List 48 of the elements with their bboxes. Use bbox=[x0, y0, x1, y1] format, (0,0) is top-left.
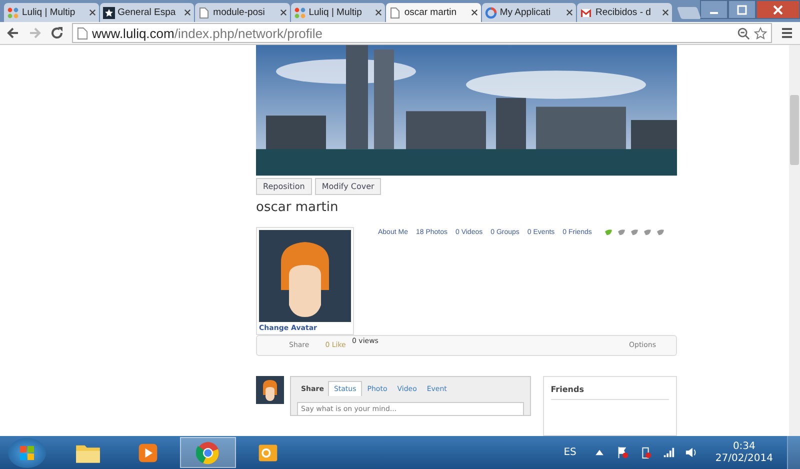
speaker-icon[interactable] bbox=[685, 446, 698, 459]
page-icon bbox=[389, 6, 402, 18]
scrollbar[interactable] bbox=[789, 45, 800, 436]
logo-icon bbox=[19, 444, 35, 460]
avatar-icon bbox=[256, 376, 284, 404]
close-icon bbox=[773, 4, 783, 14]
browser-tab[interactable]: Recibidos - d bbox=[577, 3, 672, 22]
close-icon[interactable] bbox=[375, 9, 382, 16]
browser-tab[interactable]: Luliq | Multip bbox=[290, 3, 386, 22]
logo-icon bbox=[7, 6, 19, 18]
close-icon[interactable] bbox=[280, 9, 287, 16]
browser-tab[interactable]: General Espa bbox=[100, 3, 194, 22]
signal-icon[interactable] bbox=[662, 446, 676, 459]
page-icon bbox=[77, 26, 88, 40]
cover-button[interactable]: Reposition bbox=[256, 178, 312, 195]
star-icon[interactable] bbox=[754, 26, 767, 40]
browser-tab[interactable]: module-posi bbox=[195, 3, 290, 22]
maximize-icon bbox=[737, 4, 747, 14]
maximize-button[interactable] bbox=[728, 0, 756, 19]
browser-tab[interactable]: My Applicati bbox=[482, 3, 576, 22]
menu-icon[interactable] bbox=[780, 26, 794, 40]
close-button[interactable] bbox=[756, 0, 800, 19]
ring-icon bbox=[484, 6, 497, 18]
browser-tab[interactable]: oscar martin bbox=[386, 3, 481, 22]
minimize-button[interactable] bbox=[700, 0, 728, 19]
close-icon[interactable] bbox=[566, 9, 574, 16]
back-icon[interactable] bbox=[6, 26, 20, 40]
close-icon[interactable] bbox=[662, 9, 670, 16]
address-bar[interactable]: www.luliq.com/index.php/network/profile bbox=[72, 23, 772, 43]
reload-icon[interactable] bbox=[50, 26, 64, 40]
new-tab-button[interactable] bbox=[676, 7, 702, 19]
logo-icon bbox=[294, 6, 306, 18]
cover-button[interactable]: Modify Cover bbox=[314, 178, 382, 195]
friends-title: Friends bbox=[550, 385, 669, 400]
close-icon[interactable] bbox=[88, 9, 96, 16]
minimize-icon bbox=[710, 12, 718, 14]
close-icon[interactable] bbox=[470, 9, 478, 16]
language-indicator[interactable]: ES bbox=[564, 447, 576, 458]
zoom-icon[interactable] bbox=[737, 26, 750, 40]
star-icon bbox=[102, 6, 115, 18]
profile-name: oscar martin bbox=[256, 200, 340, 215]
browser-tab[interactable]: Luliq | Multip bbox=[4, 3, 99, 22]
page-icon bbox=[198, 6, 210, 18]
avatar-icon bbox=[259, 230, 351, 322]
flag-icon[interactable] bbox=[616, 446, 630, 459]
start-button[interactable] bbox=[8, 438, 46, 468]
clock[interactable]: 0:34 27/02/2014 bbox=[715, 440, 773, 464]
close-icon[interactable] bbox=[184, 9, 192, 16]
